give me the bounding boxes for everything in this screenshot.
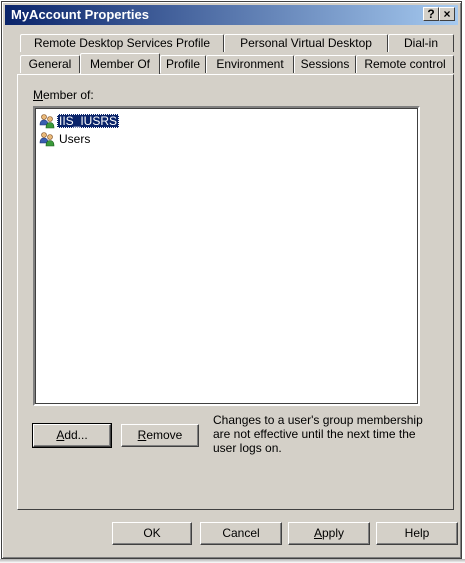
group-icon — [39, 113, 55, 129]
list-item[interactable]: Users — [39, 130, 92, 147]
cancel-button[interactable]: Cancel — [200, 522, 282, 545]
ok-button[interactable]: OK — [112, 522, 192, 545]
group-name: Users — [59, 131, 91, 146]
group-icon — [39, 131, 55, 147]
tab-remote-desktop-services-profile[interactable]: Remote Desktop Services Profile — [20, 34, 224, 52]
tab-environment[interactable]: Environment — [206, 55, 294, 73]
tab-sessions[interactable]: Sessions — [294, 55, 356, 73]
window-shadow — [0, 559, 465, 563]
tab-member-of[interactable]: Member Of — [80, 53, 160, 74]
apply-button[interactable]: Apply — [288, 522, 370, 545]
remove-button[interactable]: Remove — [121, 424, 199, 447]
tab-remote-control[interactable]: Remote control — [356, 55, 454, 73]
member-of-label: Member of: — [33, 88, 94, 102]
tab-general[interactable]: General — [20, 55, 80, 73]
list-item[interactable]: IIS_IUSRS — [39, 112, 120, 129]
help-button[interactable]: Help — [376, 522, 458, 545]
member-of-list[interactable]: IIS_IUSRS Users — [33, 106, 420, 406]
tab-personal-virtual-desktop[interactable]: Personal Virtual Desktop — [224, 34, 388, 52]
title-bar: MyAccount Properties ? × — [5, 5, 458, 25]
window-title: MyAccount Properties — [11, 7, 149, 22]
help-title-button[interactable]: ? — [423, 7, 439, 21]
membership-note: Changes to a user's group membership are… — [213, 413, 423, 455]
group-name: IIS_IUSRS — [57, 113, 120, 128]
tab-dial-in[interactable]: Dial-in — [388, 34, 454, 52]
tab-profile[interactable]: Profile — [160, 55, 206, 73]
add-button[interactable]: Add... — [32, 423, 112, 448]
close-button[interactable]: × — [439, 7, 455, 21]
